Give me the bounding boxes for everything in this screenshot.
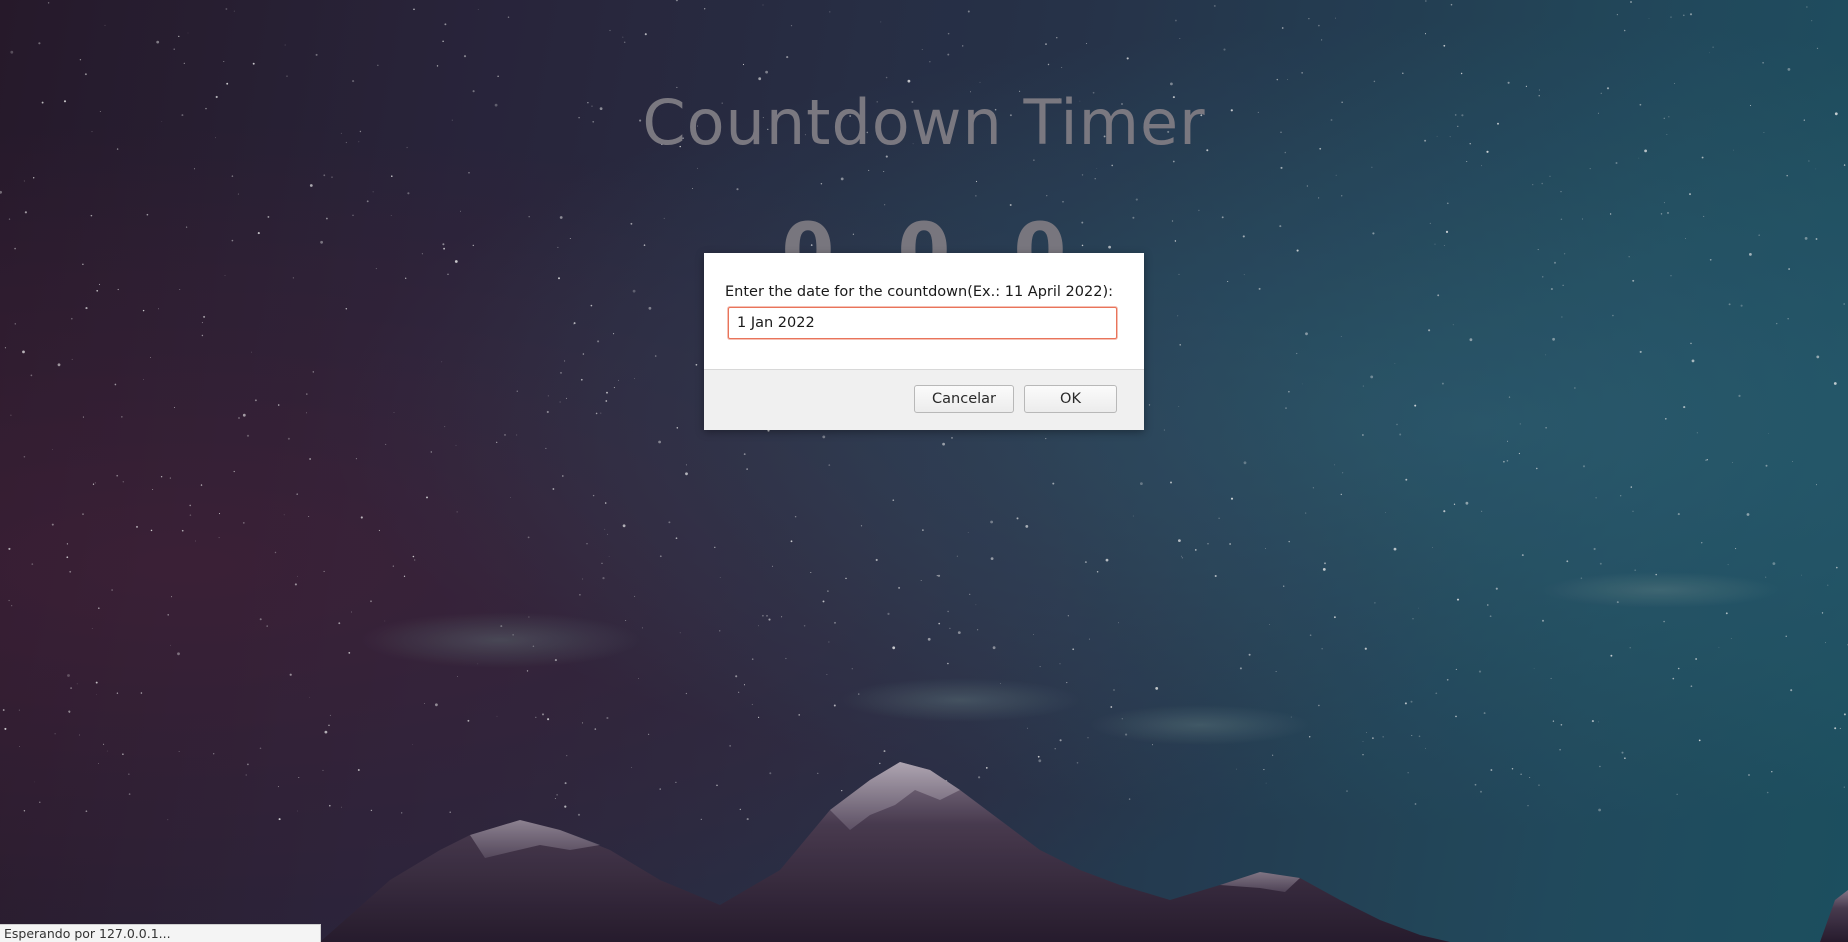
prompt-dialog: Enter the date for the countdown(Ex.: 11… [704,253,1144,430]
countdown-page: Countdown Timer 000 Enter the date for t… [0,0,1848,942]
status-bar: Esperando por 127.0.0.1... [0,924,321,942]
prompt-message: Enter the date for the countdown(Ex.: 11… [725,284,1113,300]
page-title: Countdown Timer [642,86,1206,159]
cancel-button[interactable]: Cancelar [914,385,1014,413]
ok-button[interactable]: OK [1024,385,1117,413]
prompt-dialog-body: Enter the date for the countdown(Ex.: 11… [704,253,1144,370]
date-input[interactable] [728,307,1117,339]
